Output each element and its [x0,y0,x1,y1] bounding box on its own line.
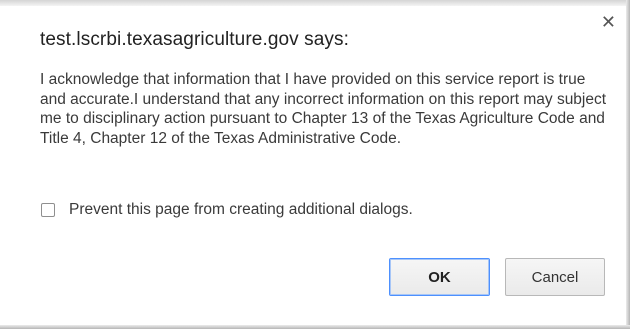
prevent-dialogs-option[interactable]: Prevent this page from creating addition… [41,201,413,219]
prevent-dialogs-label[interactable]: Prevent this page from creating addition… [69,201,413,219]
right-edge-shadow [626,0,630,329]
ok-button[interactable]: OK [389,258,490,296]
close-icon[interactable]: ✕ [601,13,616,31]
cancel-button[interactable]: Cancel [505,258,605,296]
alert-dialog: test.lscrbi.texasagriculture.gov says: ✕… [0,6,626,325]
bottom-edge-shadow [0,325,630,329]
dialog-title: test.lscrbi.texasagriculture.gov says: [40,29,349,50]
prevent-dialogs-checkbox[interactable] [41,203,55,217]
dialog-message: I acknowledge that information that I ha… [40,71,607,147]
